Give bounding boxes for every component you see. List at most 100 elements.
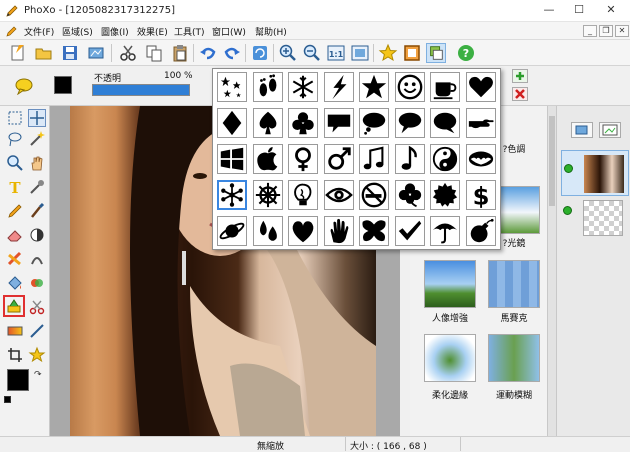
- windows-logo-icon[interactable]: [217, 144, 247, 174]
- asterisk-network-icon[interactable]: [217, 180, 247, 210]
- oval-speech-icon[interactable]: [394, 108, 425, 138]
- hand-tool-icon[interactable]: [28, 154, 46, 172]
- no-smoking-icon[interactable]: [359, 180, 389, 210]
- fill-color-swatch[interactable]: [54, 76, 72, 94]
- magic-wand-tool-icon[interactable]: [28, 130, 46, 148]
- mdi-minimize-button[interactable]: _: [583, 25, 597, 37]
- seal-icon[interactable]: [430, 180, 460, 210]
- document-pencil-icon[interactable]: [5, 25, 19, 37]
- speech-bubble-icon[interactable]: [323, 108, 354, 138]
- menu-window[interactable]: 窗口(W): [212, 25, 246, 38]
- bucket-fill-tool-icon[interactable]: [6, 274, 24, 292]
- eye-icon[interactable]: [323, 180, 354, 210]
- add-icon[interactable]: [512, 69, 528, 83]
- spade-icon[interactable]: [252, 108, 283, 138]
- apple-logo-icon[interactable]: [252, 144, 283, 174]
- layer-visible-icon[interactable]: [564, 164, 573, 173]
- crop-tool-icon[interactable]: [6, 346, 24, 364]
- checkmark-icon[interactable]: [394, 216, 425, 246]
- scissors-tool-icon[interactable]: [28, 298, 46, 316]
- effect-item[interactable]: [482, 334, 546, 394]
- actual-size-icon[interactable]: 1:1: [326, 43, 346, 63]
- layer-row-transparent[interactable]: [561, 198, 629, 240]
- copy-icon[interactable]: [144, 43, 164, 63]
- menu-tools[interactable]: 工具(T): [174, 25, 205, 38]
- minimize-button[interactable]: —: [535, 0, 563, 22]
- butterfly-icon[interactable]: [359, 216, 389, 246]
- layer-properties-icon[interactable]: [571, 122, 593, 138]
- color-replace-tool-icon[interactable]: [28, 274, 46, 292]
- bomb-icon[interactable]: [465, 216, 496, 246]
- saturn-icon[interactable]: [217, 216, 247, 246]
- frame-icon[interactable]: [402, 43, 422, 63]
- coffee-cup-icon[interactable]: [430, 72, 460, 102]
- effect-item[interactable]: [418, 334, 482, 394]
- lasso-tool-icon[interactable]: [6, 130, 24, 148]
- help-icon[interactable]: ?: [456, 43, 476, 63]
- menu-effects[interactable]: 效果(E): [137, 25, 168, 38]
- opacity-slider[interactable]: [92, 84, 190, 96]
- line-tool-icon[interactable]: [28, 322, 46, 340]
- effects-scroll-thumb[interactable]: [549, 116, 555, 206]
- pencil-tool-icon[interactable]: [6, 202, 24, 220]
- dollar-sign-icon[interactable]: $: [465, 180, 496, 210]
- snowflake-icon[interactable]: [288, 72, 318, 102]
- export-icon[interactable]: [86, 43, 106, 63]
- effects-scrollbar[interactable]: [547, 106, 556, 436]
- female-symbol-icon[interactable]: [288, 144, 318, 174]
- brush-tool-icon[interactable]: [28, 202, 46, 220]
- single-note-icon[interactable]: [394, 144, 425, 174]
- double-note-icon[interactable]: [359, 144, 389, 174]
- rect-select-tool-icon[interactable]: [6, 109, 24, 127]
- shape-stamp-tool-icon[interactable]: [3, 295, 25, 317]
- layers-panel-icon[interactable]: [426, 43, 446, 63]
- maximize-button[interactable]: ☐: [565, 0, 593, 22]
- open-folder-icon[interactable]: [34, 43, 54, 63]
- layer-row-photo[interactable]: [561, 150, 629, 196]
- eyedropper-tool-icon[interactable]: [28, 178, 46, 196]
- heart-icon[interactable]: [465, 72, 496, 102]
- layer-visible-icon[interactable]: [563, 206, 572, 215]
- cut-icon[interactable]: [118, 43, 138, 63]
- rounded-heart-icon[interactable]: [288, 216, 318, 246]
- diamond-icon[interactable]: [217, 108, 247, 138]
- new-file-icon[interactable]: [8, 43, 28, 63]
- menu-select[interactable]: 區域(S): [62, 25, 93, 38]
- hand-print-icon[interactable]: [323, 216, 354, 246]
- shamrock-icon[interactable]: [394, 180, 425, 210]
- contrast-tool-icon[interactable]: [28, 226, 46, 244]
- mdi-close-button[interactable]: ✕: [615, 25, 629, 37]
- fit-screen-icon[interactable]: [350, 43, 370, 63]
- umbrella-icon[interactable]: [430, 216, 460, 246]
- move-tool-icon[interactable]: [28, 109, 46, 127]
- footprints-icon[interactable]: [252, 72, 283, 102]
- mdi-restore-button[interactable]: ❐: [599, 25, 613, 37]
- layer-image-icon[interactable]: [599, 122, 621, 138]
- undo-icon[interactable]: [198, 43, 218, 63]
- text-tool-icon[interactable]: T: [6, 178, 24, 197]
- pointing-hand-icon[interactable]: [465, 108, 496, 138]
- star-icon[interactable]: [359, 72, 389, 102]
- smiley-icon[interactable]: [394, 72, 425, 102]
- round-speech-icon[interactable]: [430, 108, 460, 138]
- eraser-tool-icon[interactable]: [6, 226, 24, 244]
- delete-icon[interactable]: [512, 87, 528, 101]
- club-icon[interactable]: [288, 108, 318, 138]
- ship-wheel-icon[interactable]: [252, 180, 283, 210]
- star-effect-tool-icon[interactable]: [28, 346, 46, 364]
- drops-icon[interactable]: [252, 216, 283, 246]
- zoom-in-icon[interactable]: [278, 43, 298, 63]
- zoom-tool-icon[interactable]: [6, 154, 24, 172]
- bat-icon[interactable]: [465, 144, 496, 174]
- clone-tool-icon[interactable]: [28, 250, 46, 268]
- thought-bubble-icon[interactable]: [359, 108, 389, 138]
- zoom-out-icon[interactable]: [302, 43, 322, 63]
- stars-icon[interactable]: [217, 72, 247, 102]
- swap-colors-icon[interactable]: ↷: [34, 370, 42, 380]
- save-icon[interactable]: [60, 43, 80, 63]
- paste-icon[interactable]: [170, 43, 190, 63]
- lightning-icon[interactable]: [323, 72, 354, 102]
- menu-file[interactable]: 文件(F): [24, 25, 54, 38]
- favorite-star-icon[interactable]: [378, 43, 398, 63]
- smudge-tool-icon[interactable]: [6, 250, 24, 268]
